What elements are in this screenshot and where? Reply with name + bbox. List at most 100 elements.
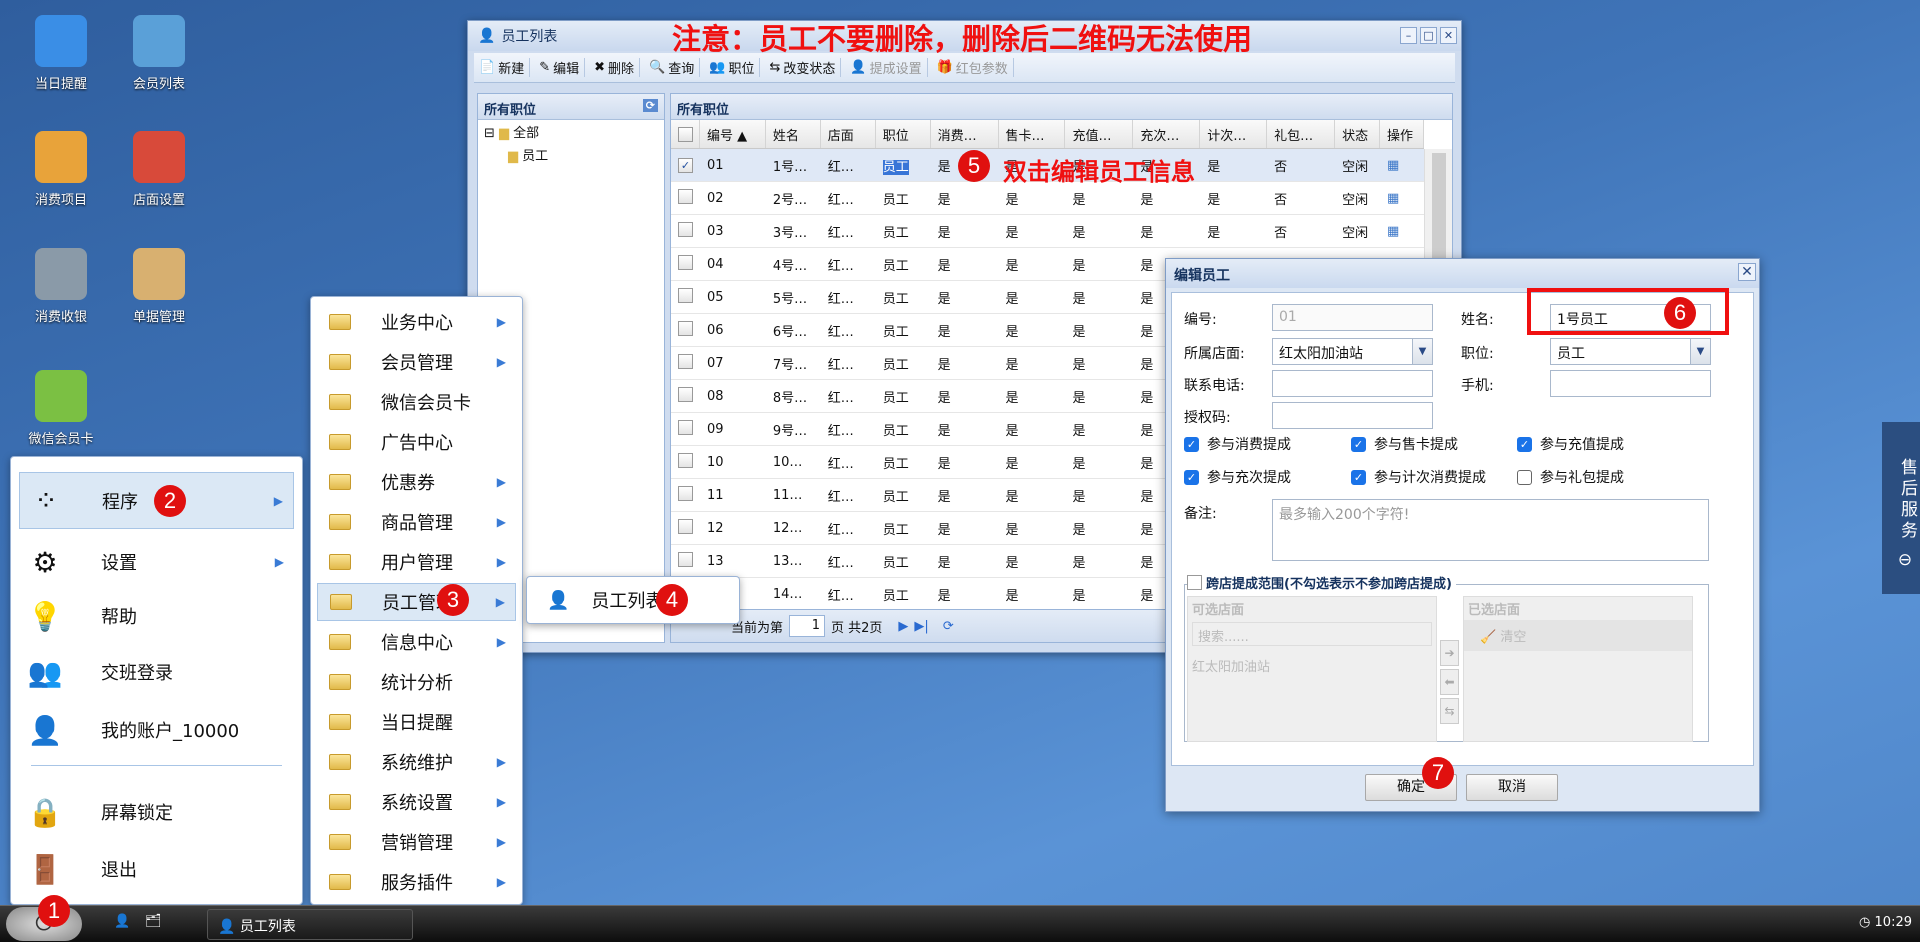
commission-checkbox[interactable]: ✓ 参与充值提成 bbox=[1517, 434, 1624, 454]
move-left-button[interactable]: ⬅ bbox=[1440, 669, 1459, 695]
commission-checkbox[interactable]: ✓ 参与充次提成 bbox=[1184, 467, 1291, 487]
toolbar-button[interactable]: 👥 职位 bbox=[704, 58, 761, 77]
desktop-icon[interactable]: 会员列表 bbox=[114, 15, 204, 92]
toolbar-button[interactable]: 🎁 红包参数 bbox=[932, 58, 1014, 77]
commission-checkbox[interactable]: 参与礼包提成 bbox=[1517, 467, 1624, 487]
desktop-icon[interactable]: 店面设置 bbox=[114, 131, 204, 208]
start-menu-item[interactable]: 🔒 屏幕锁定 bbox=[19, 787, 294, 837]
row-checkbox[interactable] bbox=[671, 518, 700, 538]
tree-node-all[interactable]: ⊟ ▆ 全部 bbox=[478, 120, 664, 143]
commission-checkbox[interactable]: ✓ 参与消费提成 bbox=[1184, 434, 1291, 454]
programs-menu-item[interactable]: 营销管理 ▶ bbox=[317, 823, 516, 861]
tree-node-employee[interactable]: ▆ 员工 bbox=[478, 143, 664, 166]
row-checkbox[interactable] bbox=[671, 551, 700, 571]
checkbox[interactable]: ✓ bbox=[1184, 469, 1199, 485]
minimize-button[interactable]: – bbox=[1400, 27, 1417, 44]
cross-store-checkbox[interactable] bbox=[1187, 575, 1202, 590]
start-menu-item[interactable]: 👥 交班登录 bbox=[19, 647, 294, 697]
row-checkbox[interactable] bbox=[671, 353, 700, 373]
table-row[interactable]: 03 3号… 红… 员工 是 是 是 是 是 否 空闲 ▦ bbox=[671, 215, 1424, 248]
desktop-icon[interactable]: 消费收银 bbox=[16, 248, 106, 325]
swap-button[interactable]: ⇆ bbox=[1440, 698, 1459, 724]
commission-checkbox[interactable]: ✓ 参与计次消费提成 bbox=[1351, 467, 1486, 487]
row-checkbox[interactable] bbox=[671, 485, 700, 505]
start-menu-item[interactable]: ⚙ 设置 ▶ bbox=[19, 537, 294, 587]
start-menu-item[interactable]: 👤 我的账户_10000 bbox=[19, 705, 294, 755]
start-menu-item[interactable]: 💡 帮助 bbox=[19, 591, 294, 641]
toolbar-button[interactable]: ⇆ 改变状态 bbox=[764, 58, 842, 77]
column-header[interactable]: 操作 bbox=[1380, 120, 1424, 148]
mobile-field[interactable] bbox=[1550, 370, 1711, 397]
programs-menu-item[interactable]: 当日提醒 bbox=[317, 703, 516, 741]
row-checkbox[interactable] bbox=[671, 452, 700, 472]
after-sales-tab[interactable]: 售后服务⊖ bbox=[1882, 422, 1920, 594]
start-menu-item[interactable]: 🚪 退出 bbox=[19, 844, 294, 894]
programs-menu-item[interactable]: 系统维护 ▶ bbox=[317, 743, 516, 781]
quick-launch-icon[interactable]: 🗂 bbox=[145, 914, 162, 929]
programs-menu-item[interactable]: 员工管理 ▶ bbox=[317, 583, 516, 621]
programs-menu-item[interactable]: 统计分析 bbox=[317, 663, 516, 701]
checkbox[interactable]: ✓ bbox=[1517, 436, 1532, 452]
column-header[interactable]: 店面 bbox=[821, 120, 876, 148]
clear-button[interactable]: 🧹 清空 bbox=[1464, 620, 1692, 651]
commission-checkbox[interactable]: ✓ 参与售卡提成 bbox=[1351, 434, 1458, 454]
row-checkbox[interactable] bbox=[671, 188, 700, 208]
store-select[interactable]: 红太阳加油站 ▼ bbox=[1272, 338, 1433, 365]
column-header[interactable]: 状态 bbox=[1335, 120, 1381, 148]
quick-launch-icon[interactable]: 👤 bbox=[114, 914, 130, 929]
available-store-item[interactable]: 红太阳加油站 bbox=[1188, 648, 1436, 683]
store-search-input[interactable]: 搜索...... bbox=[1192, 622, 1432, 646]
programs-menu-item[interactable]: 商品管理 ▶ bbox=[317, 503, 516, 541]
menu-item-employee-list[interactable]: 👤 员工列表 bbox=[527, 577, 739, 623]
column-header[interactable]: 编号 ▲ bbox=[700, 120, 766, 148]
row-checkbox[interactable] bbox=[671, 221, 700, 241]
desktop-icon[interactable]: 消费项目 bbox=[16, 131, 106, 208]
programs-menu-item[interactable]: 业务中心 ▶ bbox=[317, 303, 516, 341]
checkbox[interactable]: ✓ bbox=[1351, 469, 1366, 485]
checkbox[interactable]: ✓ bbox=[1351, 436, 1366, 452]
row-checkbox[interactable] bbox=[671, 419, 700, 439]
column-header[interactable]: 职位 bbox=[876, 120, 931, 148]
programs-menu-item[interactable]: 优惠券 ▶ bbox=[317, 463, 516, 501]
toolbar-button[interactable]: ✖ 删除 bbox=[589, 58, 641, 77]
programs-menu-item[interactable]: 信息中心 ▶ bbox=[317, 623, 516, 661]
close-button[interactable]: ✕ bbox=[1440, 27, 1457, 44]
row-checkbox[interactable]: ✓ bbox=[671, 157, 700, 173]
column-header[interactable]: 售卡… bbox=[999, 120, 1066, 148]
column-header[interactable]: 充次… bbox=[1133, 120, 1201, 148]
column-header[interactable]: 消费… bbox=[931, 120, 999, 148]
desktop-icon[interactable]: 单据管理 bbox=[114, 248, 204, 325]
checkbox[interactable] bbox=[1517, 469, 1532, 485]
page-input[interactable]: 1 bbox=[789, 615, 826, 637]
cancel-button[interactable]: 取消 bbox=[1466, 774, 1558, 801]
phone-field[interactable] bbox=[1272, 370, 1433, 397]
column-header[interactable]: 充值… bbox=[1065, 120, 1134, 148]
programs-menu-item[interactable]: 广告中心 bbox=[317, 423, 516, 461]
qr-code-icon[interactable]: ▦ bbox=[1380, 224, 1424, 239]
column-header[interactable]: 礼包… bbox=[1267, 120, 1336, 148]
dialog-titlebar[interactable]: 编辑员工 ✕ bbox=[1166, 259, 1759, 288]
toolbar-button[interactable]: 📄 新建 bbox=[474, 58, 531, 77]
programs-menu-item[interactable]: 服务插件 ▶ bbox=[317, 863, 516, 901]
desktop-icon[interactable]: 微信会员卡 bbox=[16, 370, 106, 447]
toolbar-button[interactable]: ✎ 编辑 bbox=[534, 58, 586, 77]
close-icon[interactable]: ✕ bbox=[1738, 263, 1756, 281]
row-checkbox[interactable] bbox=[671, 320, 700, 340]
auth-code-field[interactable] bbox=[1272, 402, 1433, 429]
toolbar-button[interactable]: 👤 提成设置 bbox=[845, 58, 928, 77]
qr-code-icon[interactable]: ▦ bbox=[1380, 158, 1424, 173]
remark-textarea[interactable]: 最多输入200个字符! bbox=[1272, 499, 1709, 561]
taskbar-item-employee-list[interactable]: 👤 员工列表 bbox=[207, 909, 413, 940]
programs-menu-item[interactable]: 会员管理 ▶ bbox=[317, 343, 516, 381]
row-checkbox[interactable] bbox=[671, 254, 700, 274]
maximize-button[interactable]: □ bbox=[1420, 27, 1437, 44]
programs-menu-item[interactable]: 系统设置 ▶ bbox=[317, 783, 516, 821]
position-select[interactable]: 员工 ▼ bbox=[1550, 338, 1711, 365]
move-right-button[interactable]: ➔ bbox=[1440, 640, 1459, 666]
qr-code-icon[interactable]: ▦ bbox=[1380, 191, 1424, 206]
last-page-icon[interactable]: ▶| bbox=[914, 619, 928, 634]
toolbar-button[interactable]: 🔍 查询 bbox=[644, 58, 701, 77]
programs-menu-item[interactable]: 微信会员卡 bbox=[317, 383, 516, 421]
row-checkbox[interactable] bbox=[671, 386, 700, 406]
clock[interactable]: ◷ 10:29 bbox=[1859, 915, 1912, 930]
